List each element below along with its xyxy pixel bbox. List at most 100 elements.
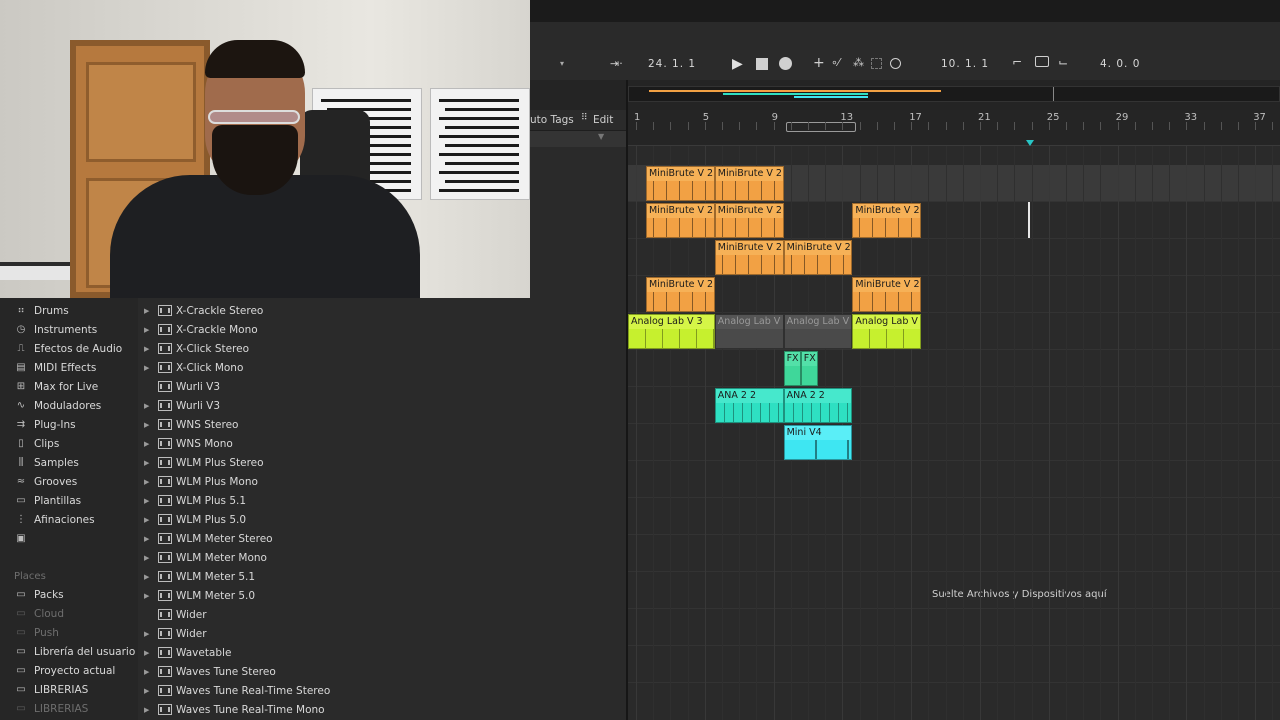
browser-list-item[interactable]: ▶ Waves Tune Stereo	[144, 662, 276, 681]
expand-arrow-icon[interactable]: ▶	[144, 573, 154, 581]
beat-time-ruler[interactable]: 1 5 9 13 17 21 25 29 33 37	[628, 110, 1280, 146]
clip[interactable]: Mini V4	[783, 425, 853, 460]
browser-place[interactable]: ▭ Packs	[14, 585, 63, 604]
clip[interactable]: MiniBrute V 2	[646, 166, 715, 201]
browser-category[interactable]: ▤ MIDI Effects	[14, 358, 96, 377]
clip[interactable]: MiniBrute V 2	[852, 203, 922, 238]
clip[interactable]: Analog Lab V 3	[628, 314, 715, 349]
expand-arrow-icon[interactable]: ▶	[144, 554, 154, 562]
clip[interactable]: ANA 2 2	[714, 388, 784, 423]
track-lane[interactable]	[628, 461, 1280, 498]
song-position-display[interactable]: 24. 1. 1	[648, 58, 696, 70]
clip[interactable]: MiniBrute V 2	[852, 277, 922, 312]
clip[interactable]: MiniBrute V 2	[646, 277, 715, 312]
browser-category[interactable]: ◷ Instruments	[14, 320, 98, 339]
expand-arrow-icon[interactable]: ▶	[144, 307, 154, 315]
expand-arrow-icon[interactable]: ▶	[144, 630, 154, 638]
browser-list-item[interactable]: ▶ X-Crackle Stereo	[144, 301, 263, 320]
arrangement-overview[interactable]	[628, 86, 1280, 102]
browser-list-item[interactable]: ▶ X-Click Stereo	[144, 339, 249, 358]
loop-start-display[interactable]: 10. 1. 1	[941, 58, 989, 70]
clip[interactable]: Analog Lab V	[783, 314, 853, 349]
clip[interactable]: MiniBrute V 2	[714, 166, 784, 201]
clip[interactable]: MiniBrute V 2	[783, 240, 853, 275]
browser-list-item[interactable]: ▶ WLM Meter Mono	[144, 548, 267, 567]
browser-category[interactable]: ▯ Clips	[14, 434, 59, 453]
clip[interactable]: FX	[783, 351, 801, 386]
chevron-down-icon[interactable]: ▾	[560, 59, 564, 68]
browser-list-item[interactable]: ▶ WLM Meter Stereo	[144, 529, 273, 548]
browser-list-item[interactable]: Wurli V3	[144, 377, 220, 396]
session-record-icon[interactable]: ⁂	[853, 56, 864, 69]
expand-arrow-icon[interactable]: ▶	[144, 478, 154, 486]
expand-arrow-icon[interactable]: ▶	[144, 516, 154, 524]
browser-place[interactable]: ▭ LIBRERIAS	[14, 699, 88, 718]
clip[interactable]: Analog Lab V	[714, 314, 784, 349]
expand-arrow-icon[interactable]: ▶	[144, 326, 154, 334]
track-lane[interactable]	[628, 535, 1280, 572]
expand-arrow-icon[interactable]: ▶	[144, 364, 154, 372]
browser-list-item[interactable]: ▶ Waves Tune Real-Time Stereo	[144, 681, 330, 700]
browser-category[interactable]: ▭ Plantillas	[14, 491, 81, 510]
browser-category[interactable]: ⠶ Drums	[14, 301, 68, 320]
browser-list-item[interactable]: ▶ Wavetable	[144, 643, 231, 662]
track-lane[interactable]	[628, 276, 1280, 313]
browser-list-item[interactable]: Wider	[144, 605, 207, 624]
browser-list-item[interactable]: ▶ WNS Stereo	[144, 415, 238, 434]
browser-category[interactable]: ▣	[14, 529, 34, 548]
tag-filter-dropdown[interactable]: ▼	[530, 131, 626, 147]
follow-arrow-icon[interactable]: ⇥·	[610, 57, 623, 70]
browser-category[interactable]: ⎍ Efectos de Audio	[14, 339, 123, 358]
clip[interactable]: MiniBrute V 2	[714, 240, 784, 275]
record-icon[interactable]	[779, 57, 792, 70]
play-icon[interactable]: ▶	[732, 56, 743, 72]
capture-icon[interactable]	[871, 58, 882, 69]
loop-switch-icon[interactable]	[1035, 56, 1049, 67]
browser-place[interactable]: ▭ Librería del usuario	[14, 642, 135, 661]
browser-list-item[interactable]: ▶ WLM Plus 5.0	[144, 510, 246, 529]
auto-tags-label[interactable]: uto Tags	[530, 114, 574, 126]
browser-list-item[interactable]: ▶ X-Crackle Mono	[144, 320, 258, 339]
expand-arrow-icon[interactable]: ▶	[144, 345, 154, 353]
clip[interactable]: MiniBrute V 2	[646, 203, 715, 238]
browser-list-item[interactable]: ▶ Waves Tune Real-Time Mono	[144, 700, 325, 719]
browser-list-item[interactable]: ▶ WLM Meter 5.0	[144, 586, 255, 605]
browser-place[interactable]: ▭ Push	[14, 623, 59, 642]
clip[interactable]: Analog Lab V	[852, 314, 922, 349]
loop-brace[interactable]	[786, 122, 856, 132]
track-lane[interactable]	[628, 498, 1280, 535]
track-lane[interactable]	[628, 609, 1280, 646]
expand-arrow-icon[interactable]: ▶	[144, 706, 154, 714]
expand-arrow-icon[interactable]: ▶	[144, 421, 154, 429]
browser-place[interactable]: ▭ Cloud	[14, 604, 64, 623]
loop-length-display[interactable]: 4. 0. 0	[1100, 58, 1140, 70]
track-lane[interactable]	[628, 350, 1280, 387]
expand-arrow-icon[interactable]: ▶	[144, 535, 154, 543]
punch-in-icon[interactable]: ⌐	[1012, 55, 1022, 69]
browser-category[interactable]: ≈ Grooves	[14, 472, 77, 491]
expand-arrow-icon[interactable]: ▶	[144, 440, 154, 448]
browser-category[interactable]: ⋮ Afinaciones	[14, 510, 95, 529]
clip[interactable]: FX	[800, 351, 818, 386]
browser-list-item[interactable]: ▶ Wider	[144, 624, 207, 643]
browser-list-item[interactable]: ▶ WLM Plus Stereo	[144, 453, 264, 472]
browser-list-item[interactable]: ▶ WNS Mono	[144, 434, 233, 453]
expand-arrow-icon[interactable]: ▶	[144, 592, 154, 600]
clip[interactable]: ANA 2 2	[783, 388, 853, 423]
stop-icon[interactable]	[756, 58, 768, 70]
expand-arrow-icon[interactable]: ▶	[144, 649, 154, 657]
arrangement-view[interactable]: 1 5 9 13 17 21 25 29 33 37 Suelte Archivos y Disp…	[628, 110, 1280, 720]
punch-out-icon[interactable]: ⌙	[1058, 55, 1068, 69]
automation-arm-icon[interactable]: ∘⁄	[831, 56, 840, 69]
clip[interactable]: MiniBrute V 2	[714, 203, 784, 238]
edit-icon[interactable]: ⠿	[581, 113, 588, 123]
browser-category[interactable]: ∿ Moduladores	[14, 396, 101, 415]
track-lane[interactable]	[628, 424, 1280, 461]
expand-arrow-icon[interactable]: ▶	[144, 459, 154, 467]
browser-place[interactable]: ▭ LIBRERIAS	[14, 680, 88, 699]
browser-category[interactable]: ⇉ Plug-Ins	[14, 415, 76, 434]
expand-arrow-icon[interactable]: ▶	[144, 687, 154, 695]
browser-list-item[interactable]: ▶ WLM Meter 5.1	[144, 567, 255, 586]
browser-list-item[interactable]: ▶ WLM Plus Mono	[144, 472, 258, 491]
browser-list-item[interactable]: ▶ Wurli V3	[144, 396, 220, 415]
